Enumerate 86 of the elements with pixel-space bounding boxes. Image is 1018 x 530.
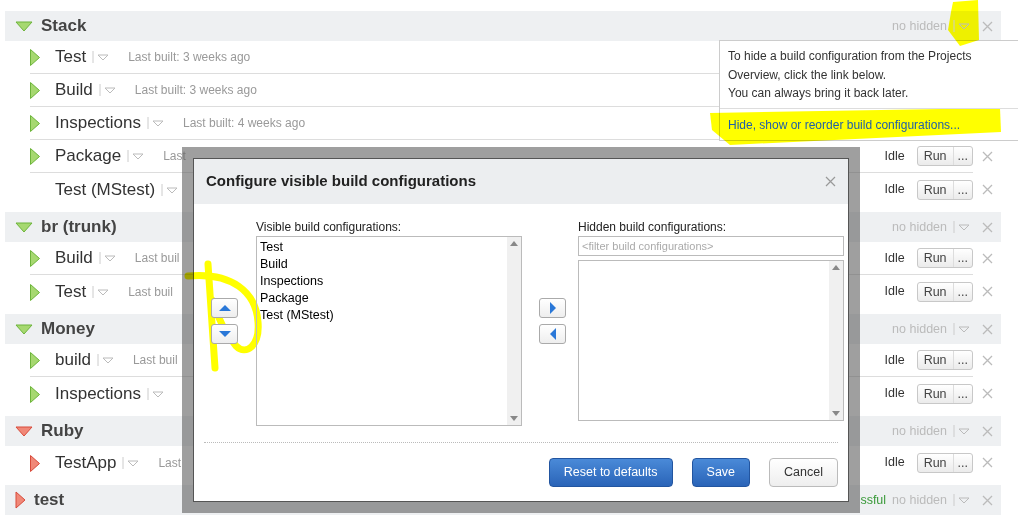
close-icon[interactable] bbox=[981, 221, 993, 233]
move-left-button[interactable] bbox=[539, 324, 566, 344]
last-built-text: Last built: 3 weeks ago bbox=[134, 82, 257, 99]
status-text: Idle bbox=[884, 385, 905, 403]
config-name[interactable]: Package bbox=[55, 143, 122, 169]
status-text: Idle bbox=[884, 181, 905, 199]
status-text: Idle bbox=[884, 283, 905, 301]
project-name[interactable]: br (trunk) bbox=[41, 214, 117, 240]
status-text: Idle bbox=[884, 147, 905, 165]
run-button[interactable]: Run bbox=[917, 453, 953, 472]
config-name[interactable]: Build bbox=[55, 77, 93, 103]
close-icon[interactable] bbox=[981, 253, 993, 264]
close-icon[interactable] bbox=[981, 494, 993, 506]
visible-list[interactable]: Test Build Inspections Package Test (MStest) bbox=[256, 236, 522, 426]
more-button[interactable]: ... bbox=[952, 351, 972, 369]
close-icon[interactable] bbox=[981, 184, 993, 195]
status-text: Idle bbox=[884, 454, 905, 472]
close-icon[interactable] bbox=[981, 323, 993, 335]
more-button[interactable]: ... bbox=[952, 147, 972, 165]
dialog-title: Configure visible build configurations bbox=[206, 171, 476, 192]
dialog-button[interactable]: Save bbox=[691, 458, 751, 487]
more-button[interactable]: ... bbox=[952, 282, 972, 301]
last-built-text: Last built: 4 weeks ago bbox=[183, 115, 306, 132]
close-icon[interactable] bbox=[981, 457, 993, 468]
status-text: Idle bbox=[884, 249, 905, 267]
run-button[interactable]: Run bbox=[917, 147, 953, 165]
project-name[interactable]: test bbox=[34, 487, 65, 513]
project-name[interactable]: Ruby bbox=[41, 418, 84, 444]
popup-text: To hide a build configuration from the Projects Overview, click the link below. You can always bring it back later. bbox=[727, 48, 973, 102]
project-name[interactable]: Money bbox=[41, 316, 95, 342]
config-name[interactable]: TestApp bbox=[55, 449, 117, 476]
more-button[interactable]: ... bbox=[952, 453, 972, 472]
last-built-text: Last buil bbox=[134, 250, 180, 267]
list-item[interactable]: Test bbox=[260, 239, 504, 256]
run-button[interactable]: Run bbox=[917, 249, 953, 267]
run-button[interactable]: Run bbox=[917, 351, 953, 369]
config-name[interactable]: Inspections bbox=[55, 380, 141, 407]
config-name[interactable]: build bbox=[55, 347, 91, 373]
status-text: ssful bbox=[860, 491, 887, 509]
config-name[interactable]: Build bbox=[55, 245, 93, 271]
more-button[interactable]: ... bbox=[952, 180, 972, 199]
run-button[interactable]: Run bbox=[917, 180, 953, 199]
dialog-button[interactable]: Reset to defaults bbox=[548, 458, 673, 487]
move-right-button[interactable] bbox=[539, 298, 566, 318]
expand-triangle-icon[interactable] bbox=[15, 323, 33, 335]
last-built-text: Last buil bbox=[128, 283, 173, 301]
collapse-triangle-icon[interactable] bbox=[15, 491, 26, 509]
run-button[interactable]: Run bbox=[917, 384, 953, 403]
close-icon[interactable] bbox=[981, 20, 993, 32]
scrollbar[interactable] bbox=[829, 261, 843, 420]
run-button[interactable]: Run bbox=[917, 282, 953, 301]
expand-triangle-icon[interactable] bbox=[15, 221, 33, 233]
close-icon[interactable] bbox=[981, 425, 993, 437]
close-icon[interactable] bbox=[981, 355, 993, 366]
config-name[interactable]: Test (MStest) bbox=[55, 176, 156, 203]
config-name[interactable]: Inspections bbox=[55, 110, 141, 136]
list-item[interactable]: Package bbox=[260, 290, 504, 307]
list-label: Visible build configurations: bbox=[256, 219, 403, 232]
more-button[interactable]: ... bbox=[952, 384, 972, 403]
close-icon[interactable] bbox=[981, 388, 993, 399]
highlighter-mark bbox=[948, 0, 979, 46]
more-button[interactable]: ... bbox=[952, 249, 972, 267]
expand-triangle-icon[interactable] bbox=[15, 20, 33, 32]
last-built-text: Last bbox=[158, 454, 182, 472]
hidden-list[interactable] bbox=[578, 260, 844, 421]
scroll-up-icon[interactable] bbox=[832, 265, 840, 270]
expand-triangle-icon[interactable] bbox=[15, 425, 33, 437]
dialog-button[interactable]: Cancel bbox=[769, 458, 838, 487]
scrollbar[interactable] bbox=[507, 237, 521, 425]
project-name[interactable]: Stack bbox=[41, 13, 87, 39]
close-icon[interactable] bbox=[981, 286, 993, 297]
move-down-button[interactable] bbox=[211, 324, 238, 344]
move-up-button[interactable] bbox=[211, 298, 238, 318]
status-text: Idle bbox=[884, 351, 905, 369]
close-icon[interactable] bbox=[981, 151, 993, 162]
filter-field[interactable]: <filter build configurations> bbox=[578, 236, 844, 256]
list-item[interactable]: Inspections bbox=[260, 273, 504, 290]
config-name[interactable]: Test bbox=[55, 44, 87, 70]
close-icon[interactable] bbox=[825, 176, 836, 187]
config-name[interactable]: Test bbox=[55, 278, 87, 305]
scroll-down-icon[interactable] bbox=[510, 416, 518, 421]
list-item[interactable]: Build bbox=[260, 256, 504, 273]
last-built-text: Last built: 3 weeks ago bbox=[128, 49, 251, 66]
list-item[interactable]: Test (MStest) bbox=[260, 307, 504, 324]
last-built-text: Last buil bbox=[132, 352, 178, 369]
list-label: Hidden build configurations: bbox=[578, 219, 728, 232]
